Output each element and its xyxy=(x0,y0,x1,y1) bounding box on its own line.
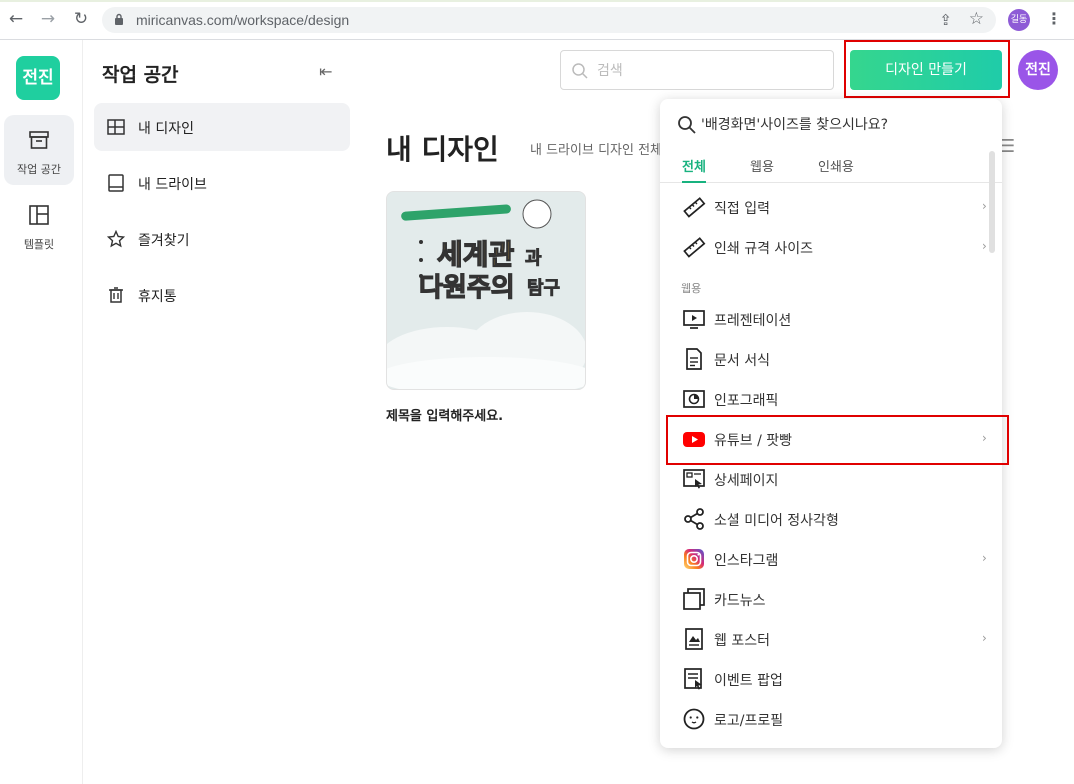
ruler-icon xyxy=(683,197,706,218)
design-thumbnail-art: 세계관 과 다원주의 탐구 xyxy=(387,192,585,389)
chevron-right-icon: › xyxy=(982,631,987,645)
dropdown-item-event-popup[interactable]: 이벤트 팝업 xyxy=(660,659,1002,699)
page-subtitle: 내 드라이브 디자인 전체 xyxy=(530,143,662,158)
dropdown-item-document[interactable]: 문서 서식 xyxy=(660,339,1002,379)
dropdown-item-print-size[interactable]: 인쇄 규격 사이즈 › xyxy=(660,227,1002,267)
collapse-panel-icon[interactable]: ⇤ xyxy=(319,62,332,81)
chevron-right-icon: › xyxy=(982,239,987,253)
share-icon xyxy=(684,508,704,530)
create-design-button[interactable]: 디자인 만들기 xyxy=(850,50,1002,90)
team-logo[interactable]: 전진 xyxy=(16,56,60,100)
drive-icon xyxy=(108,174,124,192)
back-arrow-icon[interactable]: ← xyxy=(6,9,26,29)
dropdown-item-cardnews[interactable]: 카드뉴스 xyxy=(660,579,1002,619)
rail-item-workspace[interactable]: 작업 공간 xyxy=(4,115,74,185)
browser-menu-icon[interactable]: ⋮ xyxy=(1046,9,1062,28)
svg-text:다원주의: 다원주의 xyxy=(419,273,515,303)
browser-toolbar: ← → ↻ miricanvas.com/workspace/design ⇪ … xyxy=(0,0,1074,40)
dropdown-item-label: 이벤트 팝업 xyxy=(714,673,783,689)
address-bar[interactable]: miricanvas.com/workspace/design ⇪ ☆ xyxy=(102,7,996,33)
browser-profile-avatar[interactable]: 길동 xyxy=(1008,9,1030,31)
design-card-title[interactable]: 제목을 입력해주세요. xyxy=(386,405,503,424)
poster-icon xyxy=(685,628,703,650)
dropdown-item-label: 직접 입력 xyxy=(714,201,770,217)
dropdown-tabs: 전체 웹용 인쇄용 xyxy=(660,149,1002,183)
nav-item-trash[interactable]: 휴지통 xyxy=(94,271,350,319)
url-text: miricanvas.com/workspace/design xyxy=(136,12,350,28)
dropdown-item-label: 로고/프로필 xyxy=(714,713,784,729)
dropdown-item-detail-page[interactable]: 상세페이지 xyxy=(660,459,1002,499)
ruler-icon xyxy=(683,237,706,258)
reload-icon[interactable]: ↻ xyxy=(71,9,91,29)
left-rail: 전진 작업 공간 템플릿 xyxy=(0,40,83,784)
nav-item-label: 휴지통 xyxy=(138,289,177,305)
svg-text:세계관: 세계관 xyxy=(437,238,515,271)
tab-strip-edge xyxy=(0,0,1074,2)
size-suggestion[interactable]: '배경화면'사이즈를 찾으시나요? xyxy=(677,114,888,135)
dropdown-item-label: 웹 포스터 xyxy=(714,633,770,649)
archive-icon xyxy=(29,131,49,149)
bookmark-star-icon[interactable]: ☆ xyxy=(969,9,984,29)
star-icon xyxy=(107,230,125,248)
tab-all[interactable]: 전체 xyxy=(682,156,706,183)
design-card-thumbnail[interactable]: 세계관 과 다원주의 탐구 xyxy=(386,191,586,390)
section-label-web: 웹용 xyxy=(681,282,702,295)
chevron-right-icon: › xyxy=(982,551,987,565)
nav-item-favorites[interactable]: 즐겨찾기 xyxy=(94,215,350,263)
search-input[interactable] xyxy=(597,60,817,82)
dropdown-item-label: 인포그래픽 xyxy=(714,393,779,409)
nav-item-my-drive[interactable]: 내 드라이브 xyxy=(94,159,350,207)
dropdown-item-label: 프레젠테이션 xyxy=(714,313,792,329)
tab-web[interactable]: 웹용 xyxy=(750,156,774,183)
cardnews-icon xyxy=(683,588,705,610)
dropdown-item-custom-size[interactable]: 직접 입력 › xyxy=(660,187,1002,227)
nav-item-label: 내 디자인 xyxy=(138,121,194,137)
nav-item-my-design[interactable]: 내 디자인 xyxy=(94,103,350,151)
chevron-right-icon: › xyxy=(982,199,987,213)
search-icon xyxy=(678,116,696,134)
trash-icon xyxy=(109,287,123,303)
dropdown-item-label: 인쇄 규격 사이즈 xyxy=(714,241,814,257)
dropdown-item-social-square[interactable]: 소셜 미디어 정사각형 xyxy=(660,499,1002,539)
dropdown-item-infographic[interactable]: 인포그래픽 xyxy=(660,379,1002,419)
dropdown-item-label: 카드뉴스 xyxy=(714,593,766,609)
dropdown-item-instagram[interactable]: 인스타그램 › xyxy=(660,539,1002,579)
rail-item-template[interactable]: 템플릿 xyxy=(4,190,74,260)
template-icon xyxy=(29,205,49,225)
dropdown-item-label: 소셜 미디어 정사각형 xyxy=(714,513,839,529)
svg-text:과: 과 xyxy=(525,248,542,269)
workspace-panel: 작업 공간 ⇤ 내 디자인 내 드라이브 즐겨찾기 휴지통 xyxy=(83,40,360,784)
lock-icon xyxy=(115,13,123,25)
rail-item-label: 템플릿 xyxy=(23,238,55,251)
dropdown-item-label: 상세페이지 xyxy=(714,473,779,489)
face-icon xyxy=(683,708,705,730)
grid-icon xyxy=(107,119,125,135)
share-icon[interactable]: ⇪ xyxy=(939,11,952,29)
popup-icon xyxy=(684,668,702,690)
search-icon xyxy=(572,63,588,79)
svg-text:탐구: 탐구 xyxy=(527,278,560,299)
user-avatar[interactable]: 전진 xyxy=(1018,50,1058,90)
tab-print[interactable]: 인쇄용 xyxy=(818,156,854,183)
rail-item-label: 작업 공간 xyxy=(17,163,61,176)
dropdown-item-web-poster[interactable]: 웹 포스터 › xyxy=(660,619,1002,659)
dropdown-item-logo-profile[interactable]: 로고/프로필 xyxy=(660,699,1002,739)
dropdown-item-presentation[interactable]: 프레젠테이션 xyxy=(660,299,1002,339)
highlight-box-youtube xyxy=(666,415,1009,465)
forward-arrow-icon[interactable]: → xyxy=(38,9,58,29)
nav-item-label: 내 드라이브 xyxy=(138,177,207,193)
dropdown-item-label: 인스타그램 xyxy=(714,553,779,569)
infographic-icon xyxy=(683,390,705,408)
document-icon xyxy=(686,348,702,370)
page-title: 내 디자인 xyxy=(386,133,499,166)
panel-title: 작업 공간 xyxy=(102,64,179,86)
detail-page-icon xyxy=(683,469,705,489)
nav-item-label: 즐겨찾기 xyxy=(138,233,190,249)
instagram-icon xyxy=(684,549,704,569)
presentation-icon xyxy=(683,310,705,329)
search-box[interactable] xyxy=(560,50,834,90)
size-suggestion-text: '배경화면'사이즈를 찾으시나요? xyxy=(701,117,889,133)
dropdown-item-label: 문서 서식 xyxy=(714,353,770,369)
